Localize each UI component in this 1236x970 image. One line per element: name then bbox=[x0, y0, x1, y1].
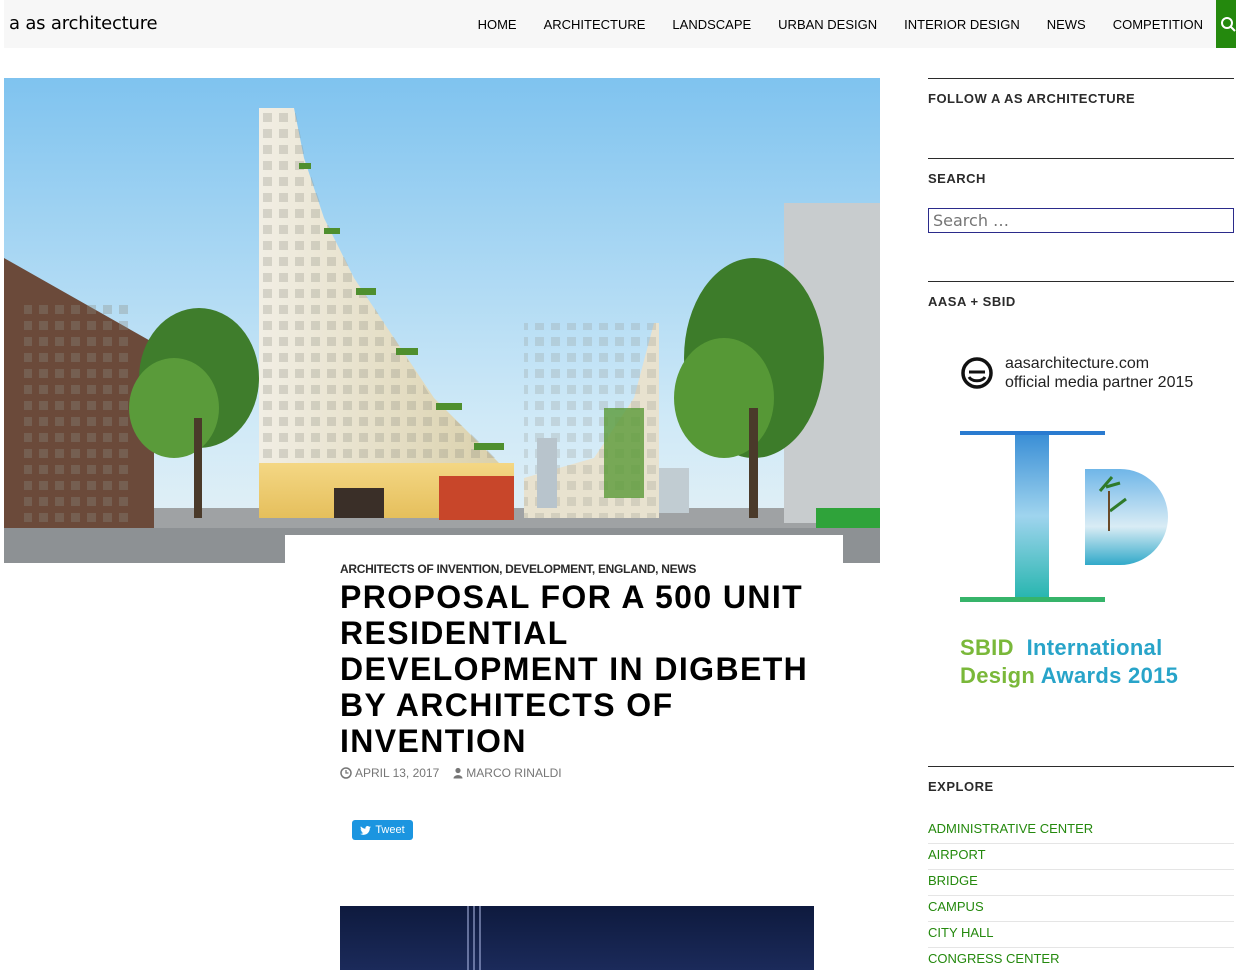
post-entry: ARCHITECTS OF INVENTION, DEVELOPMENT, EN… bbox=[285, 535, 843, 970]
explore-item-airport[interactable]: AIRPORT bbox=[928, 844, 1234, 870]
explore-item-city-hall[interactable]: CITY HALL bbox=[928, 922, 1234, 948]
nav-item-architecture[interactable]: ARCHITECTURE bbox=[544, 17, 646, 32]
site-header: a as architecture HOME ARCHITECTURE LAND… bbox=[4, 0, 1236, 48]
widget-title-partner: AASA + SBID bbox=[928, 281, 1234, 309]
explore-item-bridge[interactable]: BRIDGE bbox=[928, 870, 1234, 896]
sbid-word-3: Design bbox=[960, 663, 1036, 688]
sbid-word-2: International bbox=[1026, 635, 1163, 660]
explore-item-administrative-center[interactable]: ADMINISTRATIVE CENTER bbox=[928, 818, 1234, 844]
search-icon bbox=[1221, 17, 1236, 32]
clock-icon bbox=[340, 767, 352, 779]
post-author[interactable]: MARCO RINALDI bbox=[466, 766, 561, 780]
nav-item-home[interactable]: HOME bbox=[478, 17, 517, 32]
nav-item-news[interactable]: NEWS bbox=[1047, 17, 1086, 32]
search-input[interactable] bbox=[928, 208, 1234, 233]
partner-url-text: aasarchitecture.com bbox=[1005, 355, 1150, 372]
sbid-title-line1: SBID International bbox=[960, 635, 1163, 661]
explore-item-campus[interactable]: CAMPUS bbox=[928, 896, 1234, 922]
sbid-word-4: Awards 2015 bbox=[1040, 663, 1179, 688]
post-content-image[interactable] bbox=[340, 906, 814, 970]
sbid-title-line2: Design Awards 2015 bbox=[960, 663, 1178, 689]
sbid-word-1: SBID bbox=[960, 635, 1014, 660]
nav-item-urban-design[interactable]: URBAN DESIGN bbox=[778, 17, 877, 32]
primary-nav: HOME ARCHITECTURE LANDSCAPE URBAN DESIGN… bbox=[478, 0, 1236, 48]
site-title[interactable]: a as architecture bbox=[9, 13, 158, 34]
nav-item-interior-design[interactable]: INTERIOR DESIGN bbox=[904, 17, 1020, 32]
partner-caption-text: official media partner 2015 bbox=[1005, 374, 1194, 391]
search-toggle-button[interactable] bbox=[1216, 0, 1236, 48]
aas-logo-icon bbox=[961, 357, 993, 389]
sbid-logo-graphic bbox=[960, 431, 1168, 602]
nav-item-landscape[interactable]: LANDSCAPE bbox=[672, 17, 751, 32]
widget-title-search: SEARCH bbox=[928, 158, 1234, 186]
explore-list: ADMINISTRATIVE CENTER AIRPORT BRIDGE CAM… bbox=[928, 818, 1234, 970]
post-title[interactable]: PROPOSAL FOR A 500 UNIT RESIDENTIAL DEVE… bbox=[340, 579, 810, 759]
sbid-partner-banner[interactable]: aasarchitecture.com official media partn… bbox=[960, 351, 1220, 731]
tweet-label: Tweet bbox=[375, 824, 405, 836]
nav-item-competition[interactable]: COMPETITION bbox=[1113, 17, 1203, 32]
widget-title-follow: FOLLOW A AS ARCHITECTURE bbox=[928, 78, 1234, 106]
tweet-button[interactable]: Tweet bbox=[352, 820, 413, 840]
user-icon bbox=[453, 767, 463, 779]
category-links[interactable]: ARCHITECTS OF INVENTION, DEVELOPMENT, EN… bbox=[340, 562, 696, 576]
featured-image[interactable] bbox=[4, 78, 880, 563]
post-meta: APRIL 13, 2017 MARCO RINALDI bbox=[340, 766, 562, 780]
post-date[interactable]: APRIL 13, 2017 bbox=[355, 766, 439, 780]
twitter-bird-icon bbox=[360, 825, 372, 835]
widget-title-explore: EXPLORE bbox=[928, 766, 1234, 794]
explore-item-congress-center[interactable]: CONGRESS CENTER bbox=[928, 948, 1234, 970]
